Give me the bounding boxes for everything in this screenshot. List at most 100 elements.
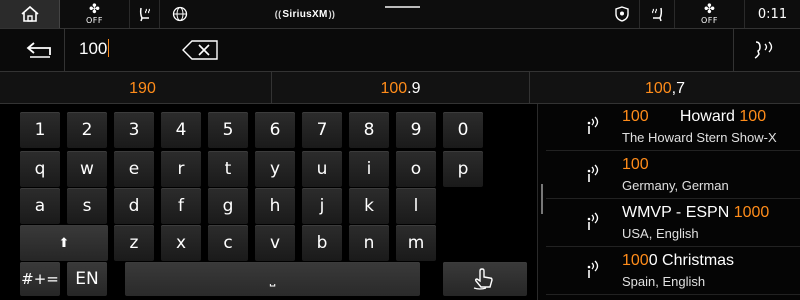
heated-seat-icon <box>652 7 663 22</box>
heated-seat-right-button[interactable] <box>640 0 675 28</box>
backspace-icon <box>182 40 218 60</box>
key-k[interactable]: k <box>349 188 389 224</box>
key-e[interactable]: e <box>114 151 154 187</box>
title-match: 100 <box>739 108 767 125</box>
siriusxm-logo: ((SiriusXM)) <box>274 8 336 20</box>
key-d[interactable]: d <box>114 188 154 224</box>
title-text: 0 Christmas <box>648 252 735 269</box>
key-4[interactable]: 4 <box>161 112 201 148</box>
fan-right-status: OFF <box>701 15 718 25</box>
home-button[interactable] <box>0 0 60 28</box>
key-i[interactable]: i <box>349 151 389 187</box>
key-l[interactable]: l <box>396 188 436 224</box>
key-2[interactable]: 2 <box>67 112 107 148</box>
back-button[interactable] <box>20 39 60 61</box>
pull-down-handle[interactable] <box>385 6 420 8</box>
station-subtitle: Spain, English <box>622 274 706 289</box>
suggestion-match: 190 <box>129 79 156 97</box>
title-match: 100 <box>622 252 649 269</box>
key-h[interactable]: h <box>255 188 295 224</box>
list-item[interactable]: 1000 Christmas Spain, English <box>546 248 800 295</box>
key-q[interactable]: q <box>20 151 60 187</box>
clock: 0:11 <box>757 6 788 22</box>
symbols-key[interactable]: #+= <box>20 262 60 296</box>
key-0[interactable]: 0 <box>443 112 483 148</box>
language-key[interactable]: EN <box>67 262 107 296</box>
scrollbar[interactable] <box>541 184 543 214</box>
handwriting-key[interactable] <box>443 262 527 296</box>
station-subtitle: The Howard Stern Show-X <box>622 130 777 145</box>
key-z[interactable]: z <box>114 225 154 261</box>
list-item[interactable]: WMVP - ESPN 1000 USA, English <box>546 200 800 247</box>
key-p[interactable]: p <box>443 151 483 187</box>
suggestion-item[interactable]: 100.9 <box>272 72 530 105</box>
list-item[interactable]: 100 Germany, German <box>546 152 800 199</box>
key-t[interactable]: t <box>208 151 248 187</box>
title-text: WMVP - ESPN <box>622 204 734 221</box>
key-9[interactable]: 9 <box>396 112 436 148</box>
station-info-icon <box>587 116 599 134</box>
key-8[interactable]: 8 <box>349 112 389 148</box>
list-item[interactable]: 100 Howard 100 The Howard Stern Show-X <box>546 104 800 151</box>
key-m[interactable]: m <box>396 225 436 261</box>
key-a[interactable]: a <box>20 188 60 224</box>
search-input[interactable]: 100 <box>64 29 734 72</box>
heated-seat-left-button[interactable] <box>130 0 160 28</box>
suggestion-match: 100 <box>380 79 408 97</box>
text-cursor <box>108 39 110 57</box>
globe-icon <box>172 6 188 22</box>
suggestion-bar: 190 100.9 100,7 <box>0 71 800 105</box>
station-title: 100 <box>622 156 800 174</box>
search-input-text: 100 <box>79 39 110 59</box>
results-list[interactable]: 100 Howard 100 The Howard Stern Show-X 1… <box>537 104 800 300</box>
security-button[interactable] <box>605 0 640 28</box>
key-c[interactable]: c <box>208 225 248 261</box>
title-match: 100 <box>622 108 649 125</box>
fan-right-button[interactable]: ✤ OFF <box>675 0 745 28</box>
suggestion-item[interactable]: 190 <box>14 72 272 105</box>
key-r[interactable]: r <box>161 151 201 187</box>
key-3[interactable]: 3 <box>114 112 154 148</box>
key-v[interactable]: v <box>255 225 295 261</box>
key-o[interactable]: o <box>396 151 436 187</box>
station-subtitle: USA, English <box>622 226 699 241</box>
handwriting-touch-icon <box>473 268 493 290</box>
key-j[interactable]: j <box>302 188 342 224</box>
key-w[interactable]: w <box>67 151 107 187</box>
suggestion-match: 100 <box>644 79 672 97</box>
fan-icon: ✤ <box>89 1 100 17</box>
key-u[interactable]: u <box>302 151 342 187</box>
fan-left-button[interactable]: ✤ OFF <box>60 0 130 28</box>
globe-button[interactable] <box>160 0 200 28</box>
key-f[interactable]: f <box>161 188 201 224</box>
key-y[interactable]: y <box>255 151 295 187</box>
key-n[interactable]: n <box>349 225 389 261</box>
backspace-button[interactable] <box>181 40 219 60</box>
home-icon <box>20 5 39 22</box>
key-x[interactable]: x <box>161 225 201 261</box>
key-5[interactable]: 5 <box>208 112 248 148</box>
station-title: WMVP - ESPN 1000 <box>622 204 800 222</box>
voice-icon <box>754 41 773 59</box>
key-s[interactable]: s <box>67 188 107 224</box>
key-g[interactable]: g <box>208 188 248 224</box>
suggestion-text: ,7 <box>671 79 686 97</box>
suggestion-item[interactable]: 100,7 <box>530 72 800 105</box>
key-1[interactable]: 1 <box>20 112 60 148</box>
heated-seat-icon <box>139 7 150 22</box>
shift-key[interactable]: ⬆ <box>20 225 108 261</box>
station-title: 1000 Christmas <box>622 252 800 270</box>
station-title: 100 Howard 100 <box>622 108 800 126</box>
title-match: 100 <box>622 156 649 173</box>
station-info-icon <box>587 212 599 230</box>
voice-input-button[interactable] <box>752 38 778 62</box>
space-key[interactable]: ⎵ <box>125 262 420 296</box>
fan-left-status: OFF <box>86 15 103 25</box>
key-6[interactable]: 6 <box>255 112 295 148</box>
key-7[interactable]: 7 <box>302 112 342 148</box>
station-info-icon <box>587 260 599 278</box>
fan-icon: ✤ <box>704 1 715 17</box>
key-b[interactable]: b <box>302 225 342 261</box>
suggestion-text: .9 <box>407 79 421 97</box>
status-bar: ✤ OFF ((SiriusXM)) ✤ OFF 0:11 <box>0 0 800 28</box>
